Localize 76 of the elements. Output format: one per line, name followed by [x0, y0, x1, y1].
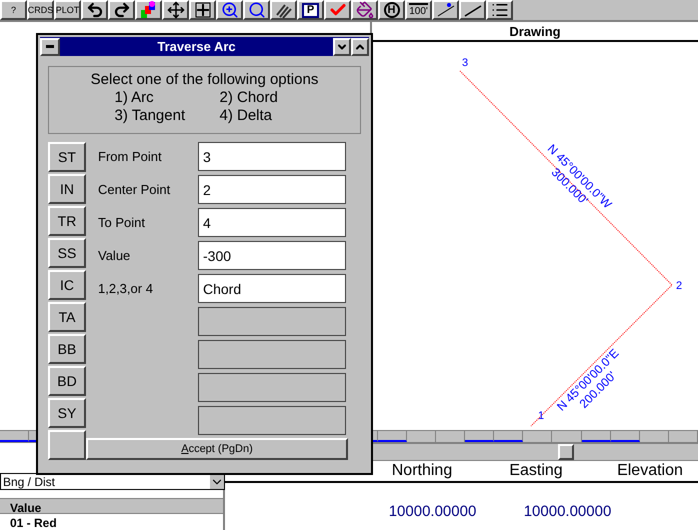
command-button[interactable]: ST: [48, 142, 86, 172]
grid-cell-text: 01 - Red: [9, 515, 58, 530]
instructions-text: Select one of the following options: [90, 71, 318, 89]
table-cell-text: 10000.00000: [388, 502, 478, 522]
toolbar-button[interactable]: [108, 0, 135, 20]
colors-icon: [140, 1, 158, 19]
field-label: From Point: [98, 148, 162, 164]
option-text: 1) Arc: [114, 89, 155, 107]
toolbar-button[interactable]: P: [297, 0, 324, 20]
toolbar-label: ?: [10, 6, 16, 14]
undo-icon: [86, 1, 104, 19]
scroll-thumb[interactable]: [558, 444, 574, 460]
list-icon: [490, 1, 508, 19]
toolbar-button[interactable]: [486, 0, 513, 20]
grid-header: Value: [0, 498, 223, 514]
minus-icon: [46, 45, 54, 48]
field-label: To Point: [98, 214, 145, 230]
zoom-in-icon: [220, 1, 238, 19]
toolbar-label: PLOT: [56, 6, 80, 14]
column-header: Elevation: [616, 461, 684, 481]
move-icon: [166, 1, 184, 19]
option-text: 3) Tangent: [114, 107, 186, 125]
toolbar-button[interactable]: [216, 0, 243, 20]
toolbar-button[interactable]: H: [378, 0, 405, 20]
maximize-button[interactable]: [351, 38, 369, 56]
command-button[interactable]: TR: [48, 206, 86, 236]
command-button[interactable]: SS: [48, 238, 86, 268]
command-button[interactable]: TA: [48, 302, 86, 332]
toolbar-button[interactable]: [81, 0, 108, 20]
dropdown-value: Bng / Dist: [2, 474, 56, 490]
toolbar-button[interactable]: [459, 0, 486, 20]
toolbar-label: P: [302, 2, 320, 18]
paint-icon: [356, 1, 374, 19]
input-field[interactable]: 2: [198, 175, 346, 204]
command-button[interactable]: SY: [48, 398, 86, 428]
input-field[interactable]: 4: [198, 208, 346, 237]
toolbar-button[interactable]: [270, 0, 297, 20]
column-header: Easting: [508, 461, 564, 481]
zoom-icon: [248, 1, 266, 19]
toolbar-label: H: [384, 2, 400, 18]
input-field[interactable]: Chord: [198, 274, 346, 303]
table-cell-text: 10000.00000: [522, 502, 612, 522]
mode-dropdown[interactable]: Bng / Dist: [0, 473, 225, 490]
toolbar-button[interactable]: PLOT: [54, 0, 81, 20]
command-button[interactable]: [48, 430, 86, 460]
point-label: 2: [676, 280, 682, 292]
toolbar-button[interactable]: 100': [405, 0, 432, 20]
toolbar-button[interactable]: [135, 0, 162, 20]
input-field[interactable]: -300: [198, 241, 346, 270]
accept-button[interactable]: Accept (PgDn): [86, 438, 348, 460]
toolbar-button[interactable]: [351, 0, 378, 20]
command-button[interactable]: IN: [48, 174, 86, 204]
toolbar-label: 100': [409, 3, 428, 17]
toolbar-button[interactable]: [432, 0, 459, 20]
dialog-title: Traverse Arc: [156, 38, 237, 56]
command-button[interactable]: BB: [48, 334, 86, 364]
command-button[interactable]: BD: [48, 366, 86, 396]
option-text: 2) Chord: [220, 89, 279, 107]
point-label: 1: [538, 410, 544, 422]
toolbar-button[interactable]: [243, 0, 270, 20]
toolbar-button[interactable]: [189, 0, 216, 20]
minimize-button[interactable]: [333, 38, 351, 56]
toolbar-button[interactable]: [324, 0, 351, 20]
option-text: 4) Delta: [220, 107, 274, 125]
line-icon: [436, 1, 454, 19]
redo-icon: [112, 1, 130, 19]
input-field[interactable]: 3: [198, 142, 346, 171]
toolbar-button[interactable]: [162, 0, 189, 20]
system-menu-button[interactable]: [40, 38, 60, 56]
field-label: Value: [98, 248, 130, 262]
field-label: 1,2,3,or 4: [98, 280, 153, 296]
field-label: Center Point: [98, 182, 170, 196]
column-header: Northing: [390, 461, 454, 481]
toolbar-button[interactable]: ?: [0, 0, 27, 20]
command-button[interactable]: IC: [48, 270, 86, 300]
point-label: 3: [462, 57, 468, 69]
